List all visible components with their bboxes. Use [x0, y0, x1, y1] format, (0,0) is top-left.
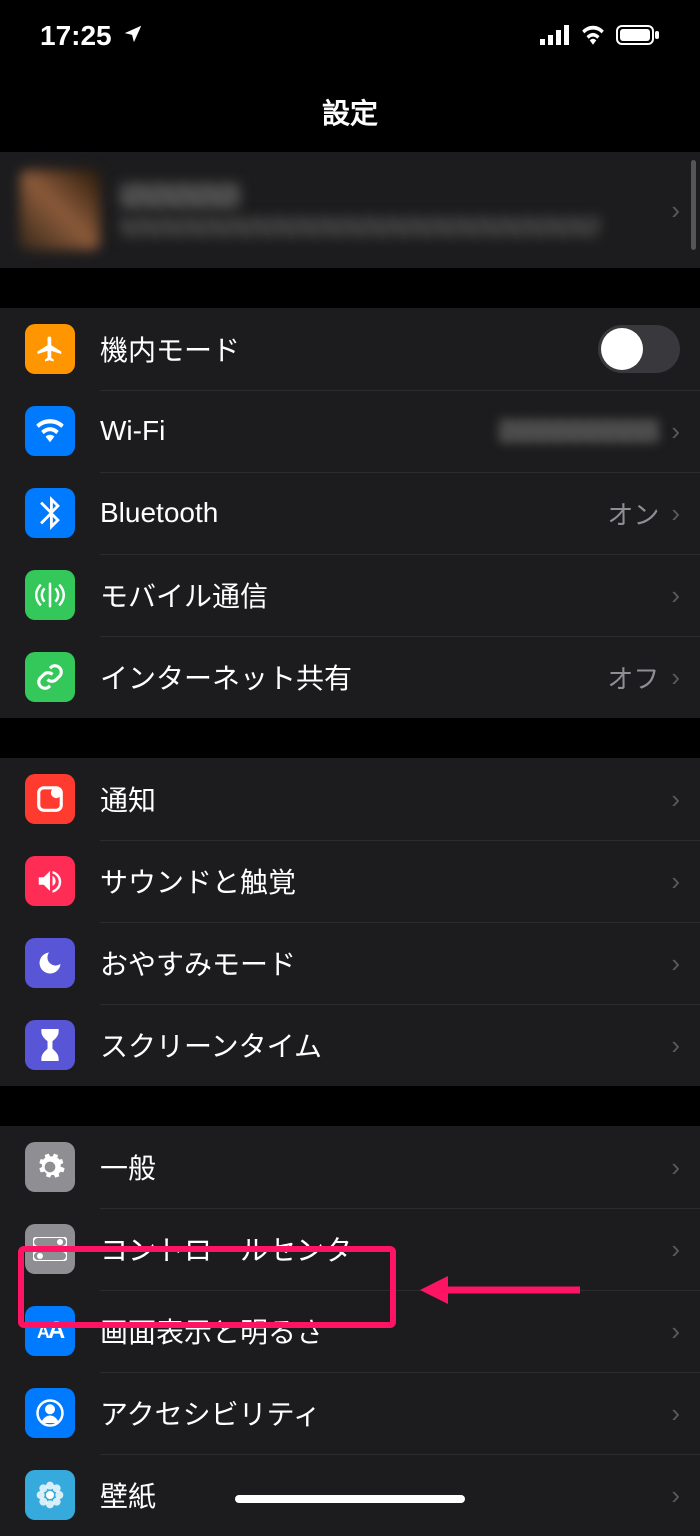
dnd-row[interactable]: おやすみモード›	[0, 922, 700, 1004]
sounds-icon	[25, 856, 75, 906]
chevron-right-icon: ›	[671, 662, 680, 693]
controlcenter-label: コントロールセンター	[100, 1229, 671, 1269]
dnd-icon	[25, 938, 75, 988]
display-icon: AA	[25, 1306, 75, 1356]
controlcenter-icon	[25, 1224, 75, 1274]
chevron-right-icon: ›	[671, 1316, 680, 1347]
signal-icon	[540, 20, 570, 52]
general-row[interactable]: 一般›	[0, 1126, 700, 1208]
accessibility-row[interactable]: アクセシビリティ›	[0, 1372, 700, 1454]
display-row[interactable]: AA 画面表示と明るさ›	[0, 1290, 700, 1372]
bluetooth-label: Bluetooth	[100, 497, 607, 529]
chevron-right-icon: ›	[671, 784, 680, 815]
airplane-row[interactable]: 機内モード	[0, 308, 700, 390]
airplane-toggle[interactable]	[598, 325, 680, 373]
wifi-value-blurred	[499, 419, 659, 443]
status-bar: 17:25	[0, 0, 700, 62]
dnd-label: おやすみモード	[100, 943, 671, 983]
chevron-right-icon: ›	[671, 1152, 680, 1183]
sounds-row[interactable]: サウンドと触覚›	[0, 840, 700, 922]
cellular-label: モバイル通信	[100, 575, 671, 615]
chevron-right-icon: ›	[671, 580, 680, 611]
chevron-right-icon: ›	[671, 498, 680, 529]
accessibility-icon	[25, 1388, 75, 1438]
home-indicator	[235, 1495, 465, 1503]
cellular-icon	[25, 570, 75, 620]
notifications-label: 通知	[100, 779, 671, 819]
cellular-row[interactable]: モバイル通信›	[0, 554, 700, 636]
status-time: 17:25	[40, 20, 112, 52]
chevron-right-icon: ›	[671, 416, 680, 447]
notifications-icon	[25, 774, 75, 824]
accessibility-label: アクセシビリティ	[100, 1393, 671, 1433]
hotspot-value: オフ	[607, 659, 659, 696]
apple-id-row[interactable]: ›	[0, 152, 700, 268]
screentime-row[interactable]: スクリーンタイム›	[0, 1004, 700, 1086]
chevron-right-icon: ›	[671, 195, 680, 226]
controlcenter-row[interactable]: コントロールセンター›	[0, 1208, 700, 1290]
bluetooth-row[interactable]: Bluetoothオン ›	[0, 472, 700, 554]
airplane-icon	[25, 324, 75, 374]
profile-subtitle-blurred	[120, 217, 600, 237]
bluetooth-value: オン	[607, 495, 659, 532]
display-label: 画面表示と明るさ	[100, 1311, 671, 1351]
chevron-right-icon: ›	[671, 866, 680, 897]
screentime-icon	[25, 1020, 75, 1070]
wifi-icon	[580, 20, 606, 52]
airplane-label: 機内モード	[100, 329, 598, 369]
profile-name-blurred	[120, 183, 240, 209]
battery-icon	[616, 20, 660, 52]
chevron-right-icon: ›	[671, 1398, 680, 1429]
notifications-row[interactable]: 通知›	[0, 758, 700, 840]
chevron-right-icon: ›	[671, 1030, 680, 1061]
page-title: 設定	[0, 62, 700, 152]
general-icon	[25, 1142, 75, 1192]
wallpaper-icon	[25, 1470, 75, 1520]
sounds-label: サウンドと触覚	[100, 861, 671, 901]
scroll-indicator	[691, 160, 696, 250]
chevron-right-icon: ›	[671, 1480, 680, 1511]
hotspot-icon	[25, 652, 75, 702]
bluetooth-icon	[25, 488, 75, 538]
hotspot-label: インターネット共有	[100, 657, 607, 697]
general-label: 一般	[100, 1147, 671, 1187]
avatar	[20, 170, 100, 250]
hotspot-row[interactable]: インターネット共有オフ ›	[0, 636, 700, 718]
chevron-right-icon: ›	[671, 948, 680, 979]
screentime-label: スクリーンタイム	[100, 1025, 671, 1065]
chevron-right-icon: ›	[671, 1234, 680, 1265]
wifi-icon	[25, 406, 75, 456]
location-icon	[122, 20, 144, 52]
wifi-row[interactable]: Wi-Fi ›	[0, 390, 700, 472]
wifi-label: Wi-Fi	[100, 415, 499, 447]
